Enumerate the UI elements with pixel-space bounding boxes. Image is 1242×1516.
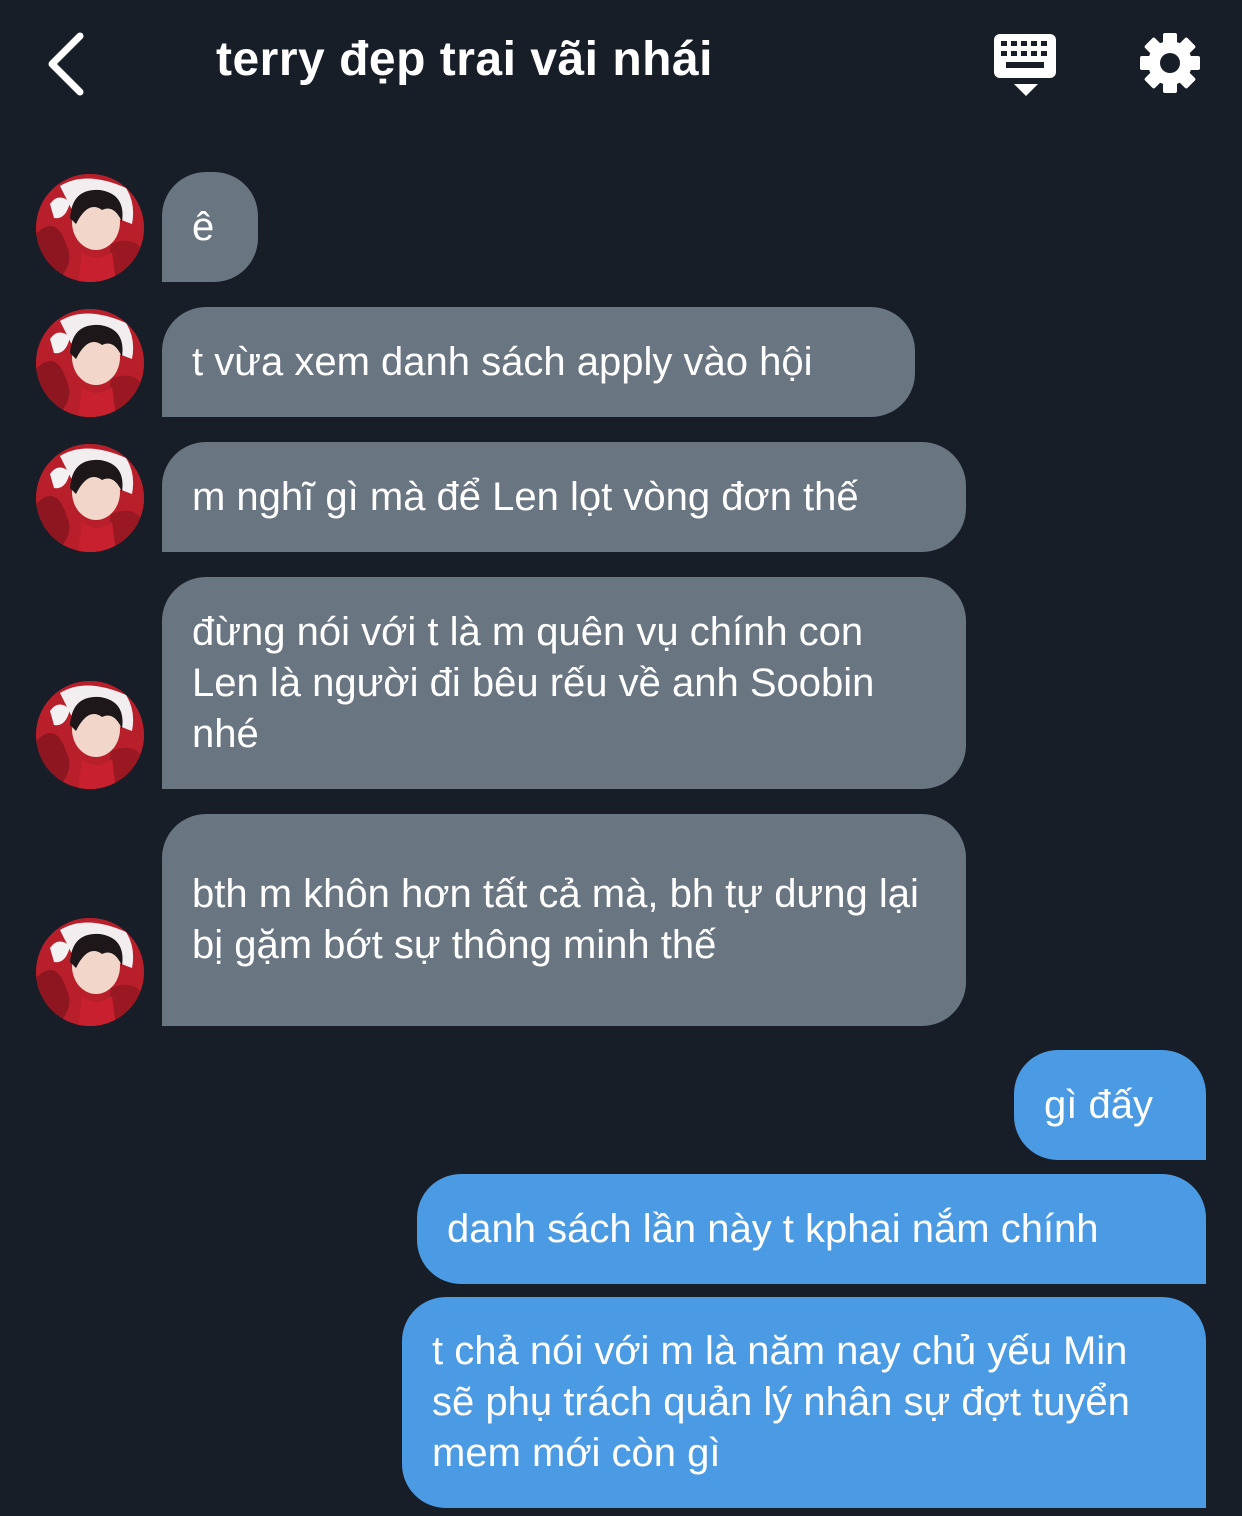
avatar[interactable] (36, 309, 144, 417)
avatar-image (36, 174, 144, 282)
message-bubble-outgoing[interactable]: danh sách lần này t kphai nắm chính (417, 1174, 1206, 1284)
message-bubble-incoming[interactable]: t vừa xem danh sách apply vào hội (162, 307, 915, 417)
message-bubble-incoming[interactable]: m nghĩ gì mà để Len lọt vòng đơn thế (162, 442, 966, 552)
avatar[interactable] (36, 444, 144, 552)
avatar-image (36, 918, 144, 1026)
avatar-image (36, 681, 144, 789)
chat-title: terry đẹp trai vãi nhái (216, 33, 714, 86)
chevron-left-icon (48, 32, 84, 96)
message-bubble-outgoing[interactable]: gì đấy (1014, 1050, 1206, 1160)
gear-icon (1140, 33, 1200, 93)
avatar[interactable] (36, 681, 144, 789)
message-bubble-incoming[interactable]: đừng nói với t là m quên vụ chính con Le… (162, 577, 966, 789)
chat-header: terry đẹp trai vãi nhái (0, 0, 1242, 130)
settings-button[interactable] (1138, 31, 1202, 95)
avatar-image (36, 444, 144, 552)
back-button[interactable] (40, 28, 100, 100)
avatar-image (36, 309, 144, 417)
message-bubble-incoming[interactable]: bth m khôn hơn tất cả mà, bh tự dưng lại… (162, 814, 966, 1026)
avatar[interactable] (36, 918, 144, 1026)
keyboard-icon (994, 34, 1056, 96)
keyboard-button[interactable] (992, 32, 1060, 98)
message-bubble-incoming[interactable]: ê (162, 172, 258, 282)
avatar[interactable] (36, 174, 144, 282)
message-bubble-outgoing[interactable]: t chả nói với m là năm nay chủ yếu Min s… (402, 1297, 1206, 1508)
